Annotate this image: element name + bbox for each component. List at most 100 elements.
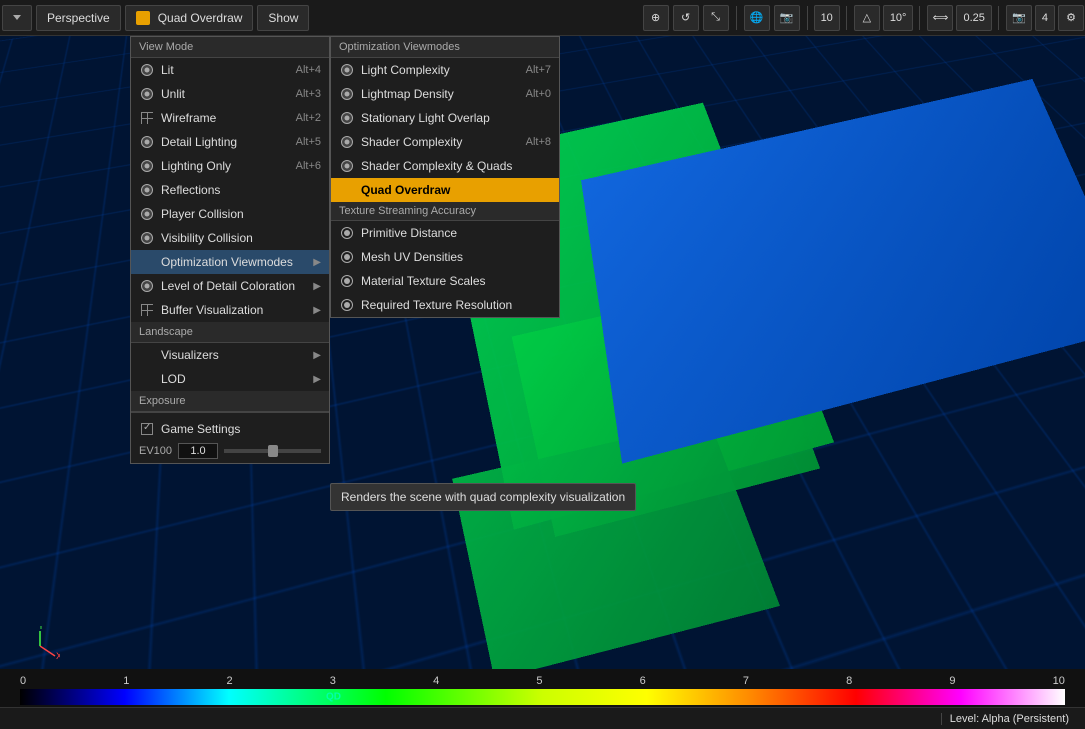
lightmap-density-icon [339,86,355,102]
detail-lighting-icon [139,134,155,150]
shader-complexity-label: Shader Complexity [361,135,526,149]
optimization-menu: Optimization Viewmodes Light Complexity … [330,36,560,318]
right-number: 4 [1035,5,1055,31]
menu-item-shader-quads[interactable]: Shader Complexity & Quads [331,154,559,178]
material-texture-icon [339,273,355,289]
show-label: Show [268,11,298,25]
menu-item-light-complexity[interactable]: Light Complexity Alt+7 [331,58,559,82]
sep4 [919,6,920,30]
scale-icon-btn[interactable]: ⟺ [927,5,953,31]
shader-complexity-shortcut: Alt+8 [526,136,551,148]
menu-item-visualizers[interactable]: Visualizers ▶ [131,343,329,367]
menu-item-wireframe[interactable]: Wireframe Alt+2 [131,106,329,130]
menu-item-reflections[interactable]: Reflections [131,178,329,202]
menu-item-unlit[interactable]: Unlit Alt+3 [131,82,329,106]
lod-icon [139,278,155,294]
light-complexity-icon [339,62,355,78]
optimization-arrow: ▶ [313,257,321,268]
status-bar: Level: Alpha (Persistent) [0,707,1085,729]
show-button[interactable]: Show [257,5,309,31]
stationary-light-icon [339,110,355,126]
settings-btn[interactable]: ⚙ [1058,5,1084,31]
svg-text:Y: Y [38,626,44,631]
lit-label: Lit [161,63,296,77]
ev100-row: EV100 [139,443,321,459]
sep3 [846,6,847,30]
perspective-label: Perspective [47,11,110,25]
game-settings-item[interactable]: Game Settings [139,417,321,441]
grid-btn[interactable]: 🌐 [744,5,770,31]
scale-8: 8 [846,675,852,687]
menu-item-lod-sub[interactable]: LOD ▶ [131,367,329,391]
ev100-slider[interactable] [224,449,321,453]
menu-item-lit[interactable]: Lit Alt+4 [131,58,329,82]
visualizers-icon [139,347,155,363]
scale-9: 9 [949,675,955,687]
menu-item-lightmap-density[interactable]: Lightmap Density Alt+0 [331,82,559,106]
menu-item-mesh-uv[interactable]: Mesh UV Densities [331,245,559,269]
lit-shortcut: Alt+4 [296,64,321,76]
view-mode-header: View Mode [131,37,329,58]
primitive-distance-label: Primitive Distance [361,226,551,240]
buffer-arrow: ▶ [313,305,321,316]
menu-item-buffer[interactable]: Buffer Visualization ▶ [131,298,329,322]
light-complexity-label: Light Complexity [361,63,526,77]
scale-btn[interactable]: ⤡ [703,5,729,31]
menu-item-required-texture[interactable]: Required Texture Resolution [331,293,559,317]
buffer-label: Buffer Visualization [161,303,309,317]
detail-lighting-shortcut: Alt+5 [296,136,321,148]
unlit-icon [139,86,155,102]
sep2 [807,6,808,30]
player-collision-icon [139,206,155,222]
scale-2: 2 [227,675,233,687]
mesh-uv-label: Mesh UV Densities [361,250,551,264]
lod-sub-label: LOD [161,372,309,386]
axis-svg: X Y [20,626,60,666]
camera-btn[interactable]: 📷 [774,5,800,31]
lighting-only-label: Lighting Only [161,159,296,173]
menu-item-material-texture[interactable]: Material Texture Scales [331,269,559,293]
quad-overdraw-icon [339,182,355,198]
menu-item-lighting-only[interactable]: Lighting Only Alt+6 [131,154,329,178]
scale-6: 6 [640,675,646,687]
menu-item-stationary-light[interactable]: Stationary Light Overlap [331,106,559,130]
arrow-icon [13,15,21,20]
ev100-label: EV100 [139,445,172,457]
color-scale-container: 0 1 2 3 4 5 6 7 8 9 10 QD [0,669,1085,707]
rotate-btn[interactable]: ↺ [673,5,699,31]
unlit-shortcut: Alt+3 [296,88,321,100]
sep5 [998,6,999,30]
toolbar-right: ⊕ ↺ ⤡ 🌐 📷 10 △ 10° ⟺ 0.25 📷 4 ⚙ [642,5,1085,31]
primitive-distance-icon [339,225,355,241]
camera2-btn[interactable]: 📷 [1006,5,1032,31]
menu-item-player-collision[interactable]: Player Collision [131,202,329,226]
ev100-input[interactable] [178,443,218,459]
wireframe-shortcut: Alt+2 [296,112,321,124]
player-collision-label: Player Collision [161,207,321,221]
quad-overdraw-label: Quad Overdraw [361,183,551,197]
transform-btn[interactable]: ⊕ [643,5,669,31]
lod-sub-arrow: ▶ [313,374,321,385]
scale-3: 3 [330,675,336,687]
visibility-collision-label: Visibility Collision [161,231,321,245]
menu-item-primitive-distance[interactable]: Primitive Distance [331,221,559,245]
view-mode-button[interactable]: Quad Overdraw [125,5,254,31]
toolbar-dropdown-arrow[interactable] [2,5,32,31]
perspective-button[interactable]: Perspective [36,5,121,31]
lightmap-density-label: Lightmap Density [361,87,526,101]
menu-item-detail-lighting[interactable]: Detail Lighting Alt+5 [131,130,329,154]
angle-icon-btn[interactable]: △ [854,5,880,31]
scale-value: 0.25 [956,5,991,31]
stationary-light-label: Stationary Light Overlap [361,111,551,125]
lighting-only-icon [139,158,155,174]
menu-item-lod[interactable]: Level of Detail Coloration ▶ [131,274,329,298]
exposure-section: Game Settings EV100 [131,412,329,463]
exposure-header: Exposure [131,391,329,412]
optimization-icon [139,254,155,270]
menu-item-visibility-collision[interactable]: Visibility Collision [131,226,329,250]
menu-item-shader-complexity[interactable]: Shader Complexity Alt+8 [331,130,559,154]
optimization-menu-header: Optimization Viewmodes [331,37,559,58]
lit-icon [139,62,155,78]
menu-item-optimization[interactable]: Optimization Viewmodes ▶ [131,250,329,274]
menu-item-quad-overdraw[interactable]: Quad Overdraw [331,178,559,202]
